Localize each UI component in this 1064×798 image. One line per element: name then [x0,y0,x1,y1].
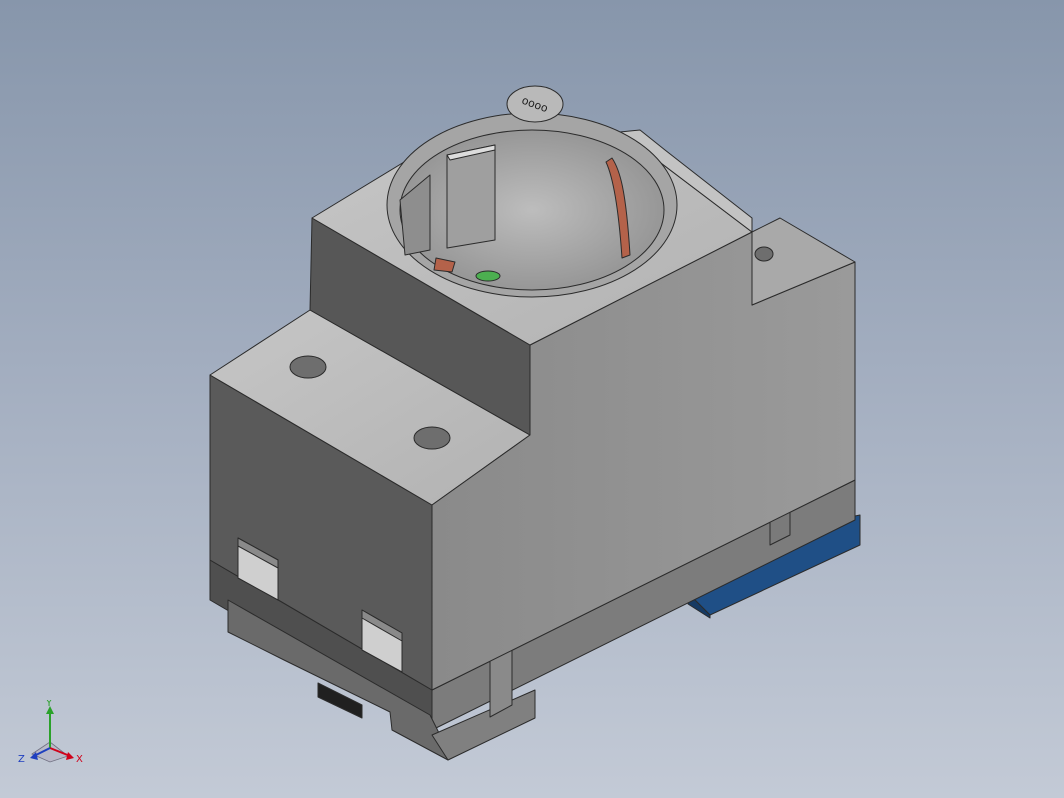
y-axis-label: Y [45,700,53,709]
socket-cup [386,112,678,298]
x-axis-label: X [76,754,83,765]
graphics-viewport[interactable]: oooo Y X Z [0,0,1064,798]
screw-hole-rear [754,246,774,262]
axis-triad: Y X Z [18,700,83,765]
screw-hole-front-right [413,426,451,450]
socket-3d-model[interactable]: oooo [0,0,1064,798]
z-axis-label: Z [18,754,25,765]
screw-hole-front-left [289,355,327,379]
brand-logo-icon: oooo [506,85,564,123]
